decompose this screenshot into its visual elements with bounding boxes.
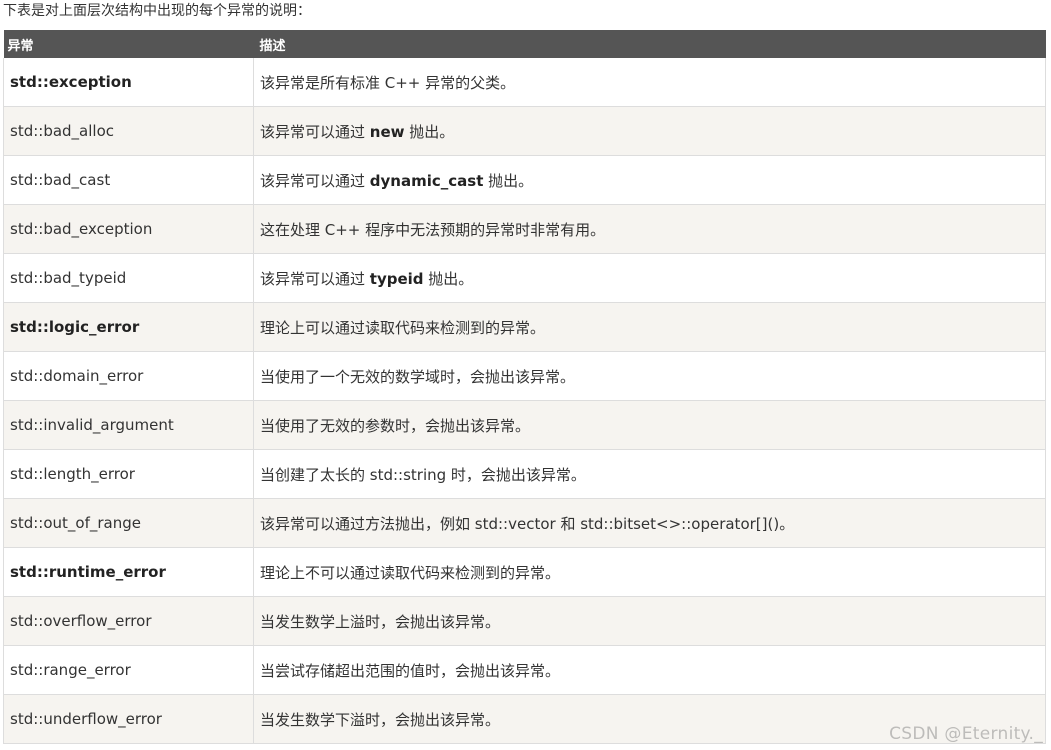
description-text: 抛出。 [423, 269, 474, 288]
table-row: std::invalid_argument 当使用了无效的参数时，会抛出该异常。 [3, 400, 1046, 450]
exception-name: std::domain_error [10, 367, 144, 385]
exception-name-cell: std::bad_cast [3, 155, 254, 205]
description-text: 当使用了无效的参数时，会抛出该异常。 [260, 416, 531, 435]
exception-name: std::invalid_argument [10, 416, 174, 434]
exception-description-cell: 当使用了一个无效的数学域时，会抛出该异常。 [253, 351, 1046, 401]
description-text: 抛出。 [404, 122, 455, 141]
description-text: 该异常可以通过 [260, 122, 370, 141]
exception-name-cell: std::logic_error [3, 302, 254, 352]
description-text: 抛出。 [483, 171, 534, 190]
table-row: std::range_error 当尝试存储超出范围的值时，会抛出该异常。 [3, 645, 1046, 695]
table-body: std::exception 该异常是所有标准 C++ 异常的父类。std::ba… [3, 58, 1046, 744]
watermark: CSDN @Eternity._ [889, 724, 1043, 744]
exception-name: std::out_of_range [10, 514, 141, 532]
exception-description-cell: 这在处理 C++ 程序中无法预期的异常时非常有用。 [253, 204, 1046, 254]
exception-description-cell: 该异常是所有标准 C++ 异常的父类。 [253, 58, 1046, 107]
exception-name-cell: std::underflow_error [3, 694, 254, 744]
table-row: std::runtime_error 理论上不可以通过读取代码来检测到的异常。 [3, 547, 1046, 597]
table-header-row: 异常 描述 [3, 30, 1046, 58]
table-row: std::out_of_range 该异常可以通过方法抛出，例如 std::vec… [3, 498, 1046, 548]
exception-name: std::bad_alloc [10, 122, 115, 140]
exception-name-cell: std::invalid_argument [3, 400, 254, 450]
exception-description-cell: 当尝试存储超出范围的值时，会抛出该异常。 [253, 645, 1046, 695]
header-exception: 异常 [3, 30, 254, 58]
exception-name-cell: std::runtime_error [3, 547, 254, 597]
exception-name: std::length_error [10, 465, 135, 483]
description-text: 该异常可以通过方法抛出，例如 std::vector 和 std::bitset… [260, 514, 795, 533]
table-row: std::overflow_error 当发生数学上溢时，会抛出该异常。 [3, 596, 1046, 646]
exception-description-cell: 当发生数学上溢时，会抛出该异常。 [253, 596, 1046, 646]
exception-name-cell: std::bad_alloc [3, 106, 254, 156]
description-text: 当创建了太长的 std::string 时，会抛出该异常。 [260, 465, 586, 484]
exception-name: std::range_error [10, 661, 131, 679]
exception-table: 异常 描述 std::exception 该异常是所有标准 C++ 异常的父类。 s… [3, 30, 1046, 744]
table-row: std::bad_exception 这在处理 C++ 程序中无法预期的异常时非常… [3, 204, 1046, 254]
exception-description-cell: 当创建了太长的 std::string 时，会抛出该异常。 [253, 449, 1046, 499]
exception-name: std::logic_error [10, 318, 140, 336]
description-text: 该异常是所有标准 C++ 异常的父类。 [260, 73, 516, 92]
description-text: 理论上不可以通过读取代码来检测到的异常。 [260, 563, 561, 582]
exception-name-cell: std::bad_exception [3, 204, 254, 254]
exception-name: std::bad_exception [10, 220, 153, 238]
table-row: std::bad_alloc 该异常可以通过 new 抛出。 [3, 106, 1046, 156]
exception-name-cell: std::overflow_error [3, 596, 254, 646]
exception-name: std::underflow_error [10, 710, 162, 728]
description-text: 当尝试存储超出范围的值时，会抛出该异常。 [260, 661, 561, 680]
description-text: 该异常可以通过 [260, 269, 370, 288]
exception-name: std::bad_typeid [10, 269, 127, 287]
code-keyword: typeid [369, 269, 424, 288]
header-description: 描述 [253, 30, 1046, 58]
table-row: std::exception 该异常是所有标准 C++ 异常的父类。 [3, 58, 1046, 107]
description-text: 当使用了一个无效的数学域时，会抛出该异常。 [260, 367, 576, 386]
code-keyword: dynamic_cast [369, 171, 484, 190]
exception-name: std::runtime_error [10, 563, 166, 581]
table-row: std::length_error 当创建了太长的 std::string 时，会… [3, 449, 1046, 499]
exception-name: std::overflow_error [10, 612, 152, 630]
description-text: 该异常可以通过 [260, 171, 370, 190]
code-keyword: new [369, 122, 405, 141]
table-row: std::domain_error 当使用了一个无效的数学域时，会抛出该异常。 [3, 351, 1046, 401]
exception-description-cell: 该异常可以通过 dynamic_cast 抛出。 [253, 155, 1046, 205]
intro-text: 下表是对上面层次结构中出现的每个异常的说明： [3, 3, 311, 19]
exception-name-cell: std::range_error [3, 645, 254, 695]
exception-name-cell: std::out_of_range [3, 498, 254, 548]
exception-name-cell: std::domain_error [3, 351, 254, 401]
exception-name-cell: std::bad_typeid [3, 253, 254, 303]
description-text: 当发生数学下溢时，会抛出该异常。 [260, 710, 501, 729]
exception-name-cell: std::length_error [3, 449, 254, 499]
exception-name-cell: std::exception [3, 58, 254, 107]
description-text: 当发生数学上溢时，会抛出该异常。 [260, 612, 501, 631]
table-row: std::bad_cast 该异常可以通过 dynamic_cast 抛出。 [3, 155, 1046, 205]
exception-name: std::bad_cast [10, 171, 111, 189]
description-text: 理论上可以通过读取代码来检测到的异常。 [260, 318, 546, 337]
exception-description-cell: 当使用了无效的参数时，会抛出该异常。 [253, 400, 1046, 450]
table-row: std::logic_error 理论上可以通过读取代码来检测到的异常。 [3, 302, 1046, 352]
exception-description-cell: 该异常可以通过 new 抛出。 [253, 106, 1046, 156]
description-text: 这在处理 C++ 程序中无法预期的异常时非常有用。 [260, 220, 606, 239]
exception-description-cell: 理论上可以通过读取代码来检测到的异常。 [253, 302, 1046, 352]
exception-description-cell: 该异常可以通过方法抛出，例如 std::vector 和 std::bitset… [253, 498, 1046, 548]
exception-name: std::exception [10, 73, 132, 91]
table-row: std::bad_typeid 该异常可以通过 typeid 抛出。 [3, 253, 1046, 303]
exception-description-cell: 理论上不可以通过读取代码来检测到的异常。 [253, 547, 1046, 597]
exception-description-cell: 该异常可以通过 typeid 抛出。 [253, 253, 1046, 303]
